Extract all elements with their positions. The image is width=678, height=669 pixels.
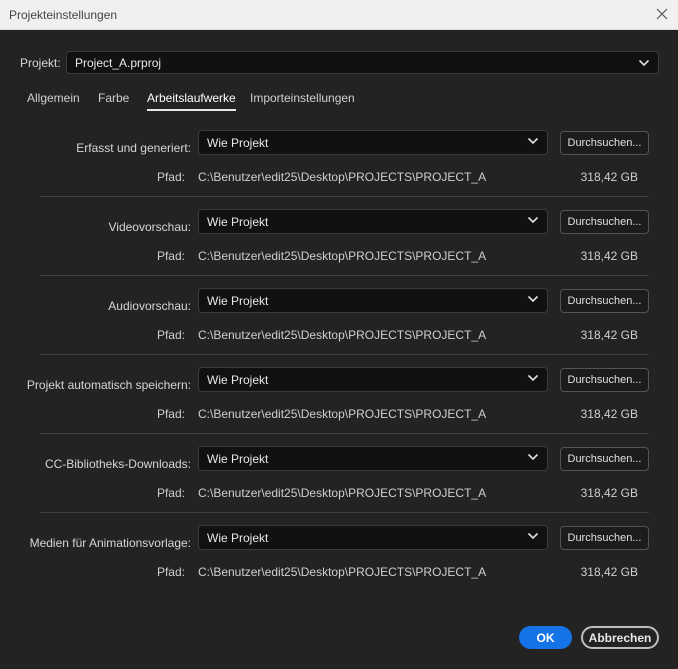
- chevron-down-icon: [527, 295, 539, 303]
- path-label: Pfad:: [156, 407, 185, 421]
- location-select-value: Wie Projekt: [207, 531, 269, 545]
- location-select-value: Wie Projekt: [207, 136, 269, 150]
- chevron-down-icon: [527, 216, 539, 224]
- chevron-down-icon: [638, 59, 650, 67]
- title-bar: Projekteinstellungen: [0, 0, 678, 30]
- free-space: 318,42 GB: [580, 565, 638, 579]
- path-value: C:\Benutzer\edit25\Desktop\PROJECTS\PROJ…: [198, 249, 487, 263]
- path-label: Pfad:: [156, 486, 185, 500]
- scratch-disk-section: Projekt automatisch speichern: Wie Projek…: [27, 367, 649, 446]
- location-select-value: Wie Projekt: [207, 452, 269, 466]
- project-label: Projekt:: [20, 56, 61, 70]
- section-divider: [40, 275, 649, 276]
- browse-button[interactable]: Durchsuchen...: [560, 131, 649, 155]
- scratch-disk-section: Audiovorschau: Wie Projekt Durchsuchen... P…: [40, 288, 649, 367]
- ok-button[interactable]: OK: [519, 626, 572, 649]
- location-select[interactable]: Wie Projekt: [198, 446, 548, 471]
- browse-button[interactable]: Durchsuchen...: [560, 368, 649, 392]
- cancel-button[interactable]: Abbrechen: [581, 626, 659, 649]
- project-row: Projekt: Project_A.prproj: [20, 51, 660, 74]
- free-space: 318,42 GB: [580, 170, 638, 184]
- location-select[interactable]: Wie Projekt: [198, 130, 548, 155]
- section-divider: [40, 354, 649, 355]
- scratch-disk-section: Videovorschau: Wie Projekt Durchsuchen... P…: [40, 209, 649, 288]
- free-space: 318,42 GB: [580, 249, 638, 263]
- setting-label: Medien für Animationsvorlage:: [29, 536, 191, 550]
- window-title: Projekteinstellungen: [9, 8, 118, 22]
- location-select[interactable]: Wie Projekt: [198, 367, 548, 392]
- tab-arbeitslaufwerke[interactable]: Arbeitslaufwerke: [147, 91, 236, 111]
- tab-farbe[interactable]: Farbe: [98, 91, 129, 105]
- path-label: Pfad:: [156, 565, 185, 579]
- setting-label: CC-Bibliotheks-Downloads:: [44, 457, 191, 471]
- project-select[interactable]: Project_A.prproj: [66, 51, 659, 74]
- close-icon: [656, 8, 668, 20]
- location-select[interactable]: Wie Projekt: [198, 288, 548, 313]
- browse-button[interactable]: Durchsuchen...: [560, 289, 649, 313]
- scratch-disk-section: Erfasst und generiert: Wie Projekt Durchsu…: [40, 130, 649, 209]
- location-select-value: Wie Projekt: [207, 373, 269, 387]
- free-space: 318,42 GB: [580, 486, 638, 500]
- section-divider: [40, 512, 649, 513]
- free-space: 318,42 GB: [580, 328, 638, 342]
- tab-importeinstellungen[interactable]: Importeinstellungen: [250, 91, 355, 105]
- location-select[interactable]: Wie Projekt: [198, 209, 548, 234]
- setting-label: Audiovorschau:: [108, 299, 191, 313]
- location-select-value: Wie Projekt: [207, 215, 269, 229]
- scratch-disk-section: CC-Bibliotheks-Downloads: Wie Projekt Durc…: [40, 446, 649, 525]
- path-value: C:\Benutzer\edit25\Desktop\PROJECTS\PROJ…: [198, 565, 487, 579]
- setting-label: Projekt automatisch speichern:: [26, 378, 191, 392]
- path-label: Pfad:: [156, 249, 185, 263]
- path-value: C:\Benutzer\edit25\Desktop\PROJECTS\PROJ…: [198, 407, 487, 421]
- browse-button[interactable]: Durchsuchen...: [560, 447, 649, 471]
- tab-allgemein[interactable]: Allgemein: [27, 91, 80, 105]
- project-select-value: Project_A.prproj: [75, 56, 162, 70]
- browse-button[interactable]: Durchsuchen...: [560, 210, 649, 234]
- close-button[interactable]: [652, 4, 672, 24]
- setting-label: Videovorschau:: [108, 220, 192, 234]
- chevron-down-icon: [527, 137, 539, 145]
- chevron-down-icon: [527, 374, 539, 382]
- free-space: 318,42 GB: [580, 407, 638, 421]
- section-divider: [40, 196, 649, 197]
- location-select[interactable]: Wie Projekt: [198, 525, 548, 550]
- setting-label: Erfasst und generiert:: [76, 141, 191, 155]
- path-value: C:\Benutzer\edit25\Desktop\PROJECTS\PROJ…: [198, 328, 487, 342]
- scratch-disk-section: Medien für Animationsvorlage: Wie Projekt…: [30, 525, 649, 604]
- path-label: Pfad:: [156, 328, 185, 342]
- chevron-down-icon: [527, 532, 539, 540]
- path-value: C:\Benutzer\edit25\Desktop\PROJECTS\PROJ…: [198, 170, 487, 184]
- browse-button[interactable]: Durchsuchen...: [560, 526, 649, 550]
- location-select-value: Wie Projekt: [207, 294, 269, 308]
- chevron-down-icon: [527, 453, 539, 461]
- path-value: C:\Benutzer\edit25\Desktop\PROJECTS\PROJ…: [198, 486, 487, 500]
- section-divider: [40, 433, 649, 434]
- path-label: Pfad:: [156, 170, 185, 184]
